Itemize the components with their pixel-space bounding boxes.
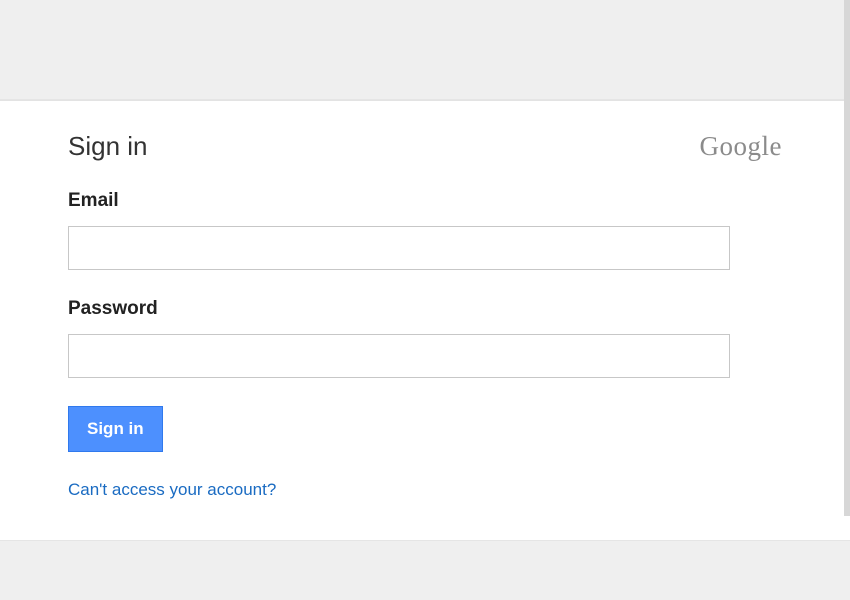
top-strip [0,0,850,100]
scrollbar-track[interactable] [844,0,850,516]
cant-access-link[interactable]: Can't access your account? [68,480,276,500]
email-label: Email [68,190,782,212]
signin-button[interactable]: Sign in [68,406,163,452]
header-row: Sign in Google [68,131,782,162]
page-title: Sign in [68,131,148,162]
password-label: Password [68,298,782,320]
password-field-block: Password [68,298,782,378]
brand-logo: Google [700,131,782,162]
password-field[interactable] [68,334,730,378]
signin-card: Sign in Google Email Password Sign in Ca… [0,100,850,540]
email-field[interactable] [68,226,730,270]
bottom-strip [0,540,850,600]
email-field-block: Email [68,190,782,270]
